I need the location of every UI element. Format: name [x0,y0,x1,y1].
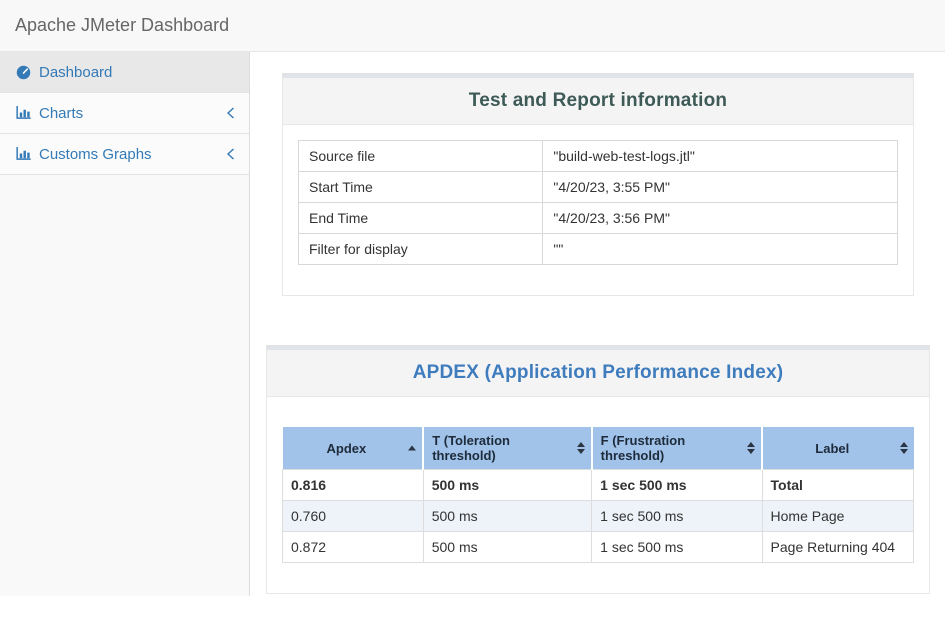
table-row: Start Time "4/20/23, 3:55 PM" [299,172,898,203]
column-header-label: T (Toleration threshold) [432,433,510,463]
label-value: Home Page [762,501,913,532]
sort-asc-icon [408,446,416,451]
column-header-label: Label [815,441,849,456]
toleration-value: 500 ms [423,470,591,501]
table-row: 0.760 500 ms 1 sec 500 ms Home Page [283,501,914,532]
column-header-apdex[interactable]: Apdex [283,427,424,470]
toleration-value: 500 ms [423,532,591,563]
apdex-value: 0.872 [283,532,424,563]
info-value: "build-web-test-logs.jtl" [543,141,898,172]
chevron-left-icon [226,107,235,119]
apdex-panel-body: Apdex T (Toleration threshold) F (Frustr… [267,397,929,593]
sidebar-item-dashboard[interactable]: Dashboard [0,52,249,93]
apdex-value: 0.760 [283,501,424,532]
column-header-frustration[interactable]: F (Frustration threshold) [592,427,762,470]
info-table: Source file "build-web-test-logs.jtl" St… [298,140,898,265]
sidebar-item-label: Charts [39,105,83,122]
chevron-left-icon [226,148,235,160]
info-label: Filter for display [299,234,543,265]
table-row: Filter for display "" [299,234,898,265]
apdex-panel-title: APDEX (Application Performance Index) [282,362,914,384]
label-value: Total [762,470,913,501]
label-value: Page Returning 404 [762,532,913,563]
sidebar-item-label: Dashboard [39,64,112,81]
info-value: "4/20/23, 3:55 PM" [543,172,898,203]
dashboard-gauge-icon [14,65,32,80]
info-panel-body: Source file "build-web-test-logs.jtl" St… [283,125,913,295]
apdex-panel-heading: APDEX (Application Performance Index) [267,350,929,397]
sort-both-icon [747,442,755,454]
table-row: Source file "build-web-test-logs.jtl" [299,141,898,172]
table-row-total: 0.816 500 ms 1 sec 500 ms Total [283,470,914,501]
frustration-value: 1 sec 500 ms [592,501,762,532]
info-label: Start Time [299,172,543,203]
bar-chart-icon [14,147,32,161]
bar-chart-icon [14,106,32,120]
main-content: Test and Report information Source file … [250,73,945,617]
info-label: End Time [299,203,543,234]
info-label: Source file [299,141,543,172]
info-value: "4/20/23, 3:56 PM" [543,203,898,234]
info-panel: Test and Report information Source file … [282,73,914,296]
app-title: Apache JMeter Dashboard [15,15,229,36]
sidebar-item-charts[interactable]: Charts [0,93,249,134]
column-header-label: F (Frustration threshold) [601,433,686,463]
sort-both-icon [900,442,908,454]
info-panel-title: Test and Report information [298,90,898,112]
table-row: 0.872 500 ms 1 sec 500 ms Page Returning… [283,532,914,563]
sidebar-item-label: Customs Graphs [39,146,152,163]
apdex-value: 0.816 [283,470,424,501]
toleration-value: 500 ms [423,501,591,532]
sort-both-icon [577,442,585,454]
apdex-table: Apdex T (Toleration threshold) F (Frustr… [282,427,914,563]
column-header-label: Apdex [326,441,366,456]
apdex-panel: APDEX (Application Performance Index) Ap… [266,345,930,594]
info-panel-heading: Test and Report information [283,78,913,125]
info-value: "" [543,234,898,265]
top-navbar: Apache JMeter Dashboard [0,0,945,52]
column-header-toleration[interactable]: T (Toleration threshold) [423,427,591,470]
column-header-label-col[interactable]: Label [762,427,913,470]
sidebar: Dashboard Charts Customs Graphs [0,52,250,596]
frustration-value: 1 sec 500 ms [592,470,762,501]
frustration-value: 1 sec 500 ms [592,532,762,563]
sidebar-item-customs-graphs[interactable]: Customs Graphs [0,134,249,175]
table-row: End Time "4/20/23, 3:56 PM" [299,203,898,234]
table-header-row: Apdex T (Toleration threshold) F (Frustr… [283,427,914,470]
